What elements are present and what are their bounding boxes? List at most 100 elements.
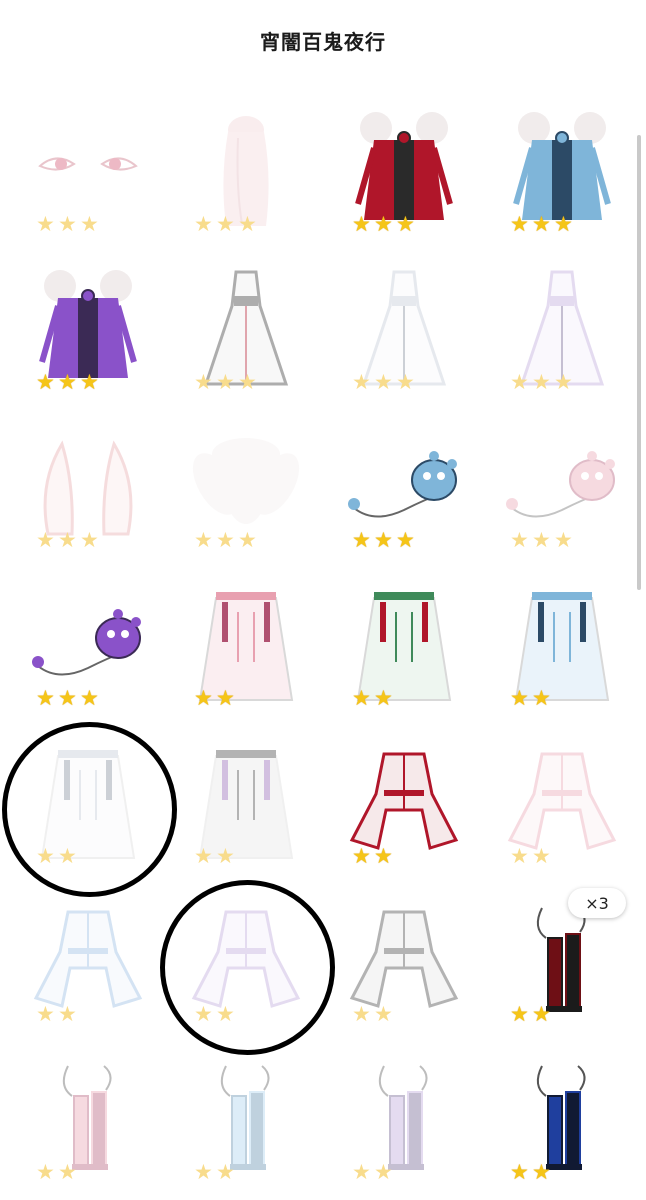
star-rating: ★ ★ (352, 1003, 396, 1025)
star-icon: ★ (510, 686, 529, 710)
item-slot-pink-boots[interactable]: ★ ★ (8, 1048, 158, 1198)
item-slot-blue-veil-cape[interactable]: ★ ★ (482, 574, 632, 724)
item-slot-pink-ghost-mask[interactable]: ★ ★ ★ (482, 416, 632, 566)
item-slot-lilac-boots[interactable]: ★ ★ (324, 1048, 474, 1198)
item-slot-black-dress[interactable]: ★ ★ ★ (166, 258, 316, 408)
star-icon: ★ (80, 528, 99, 552)
star-rating: ★ ★ (194, 687, 238, 709)
fox-tails-icon (186, 424, 306, 544)
star-icon: ★ (194, 1160, 213, 1184)
pink-white-jacket-icon (502, 740, 622, 860)
purple-kimono-hair-icon (28, 266, 148, 386)
black-dress-icon (186, 266, 306, 386)
item-slot-red-black-boots[interactable]: ★ ★ ×3 (482, 888, 632, 1040)
star-icon: ★ (58, 686, 77, 710)
star-rating: ★ ★ ★ (352, 529, 418, 551)
star-icon: ★ (58, 528, 77, 552)
blue-white-jacket-icon (28, 898, 148, 1018)
star-icon: ★ (80, 212, 99, 236)
item-slot-blue-kimono-hair[interactable]: ★ ★ ★ (482, 100, 632, 250)
white-blue-dress-icon (344, 266, 464, 386)
item-slot-fox-tails[interactable]: ★ ★ ★ (166, 416, 316, 566)
item-slot-red-kimono-hair[interactable]: ★ ★ ★ (324, 100, 474, 250)
star-icon: ★ (352, 528, 371, 552)
item-slot-pink-veil-cape[interactable]: ★ ★ (166, 574, 316, 724)
star-icon: ★ (396, 528, 415, 552)
blue-kimono-hair-icon (502, 108, 622, 228)
star-icon: ★ (374, 528, 393, 552)
star-icon: ★ (216, 212, 235, 236)
star-icon: ★ (58, 212, 77, 236)
item-slot-blue-white-jacket[interactable]: ★ ★ (8, 890, 158, 1040)
star-icon: ★ (532, 844, 551, 868)
blue-black-boots-icon (502, 1056, 622, 1176)
star-icon: ★ (532, 1160, 551, 1184)
star-icon: ★ (216, 370, 235, 394)
star-rating: ★ ★ (194, 1161, 238, 1183)
item-slot-green-veil-cape[interactable]: ★ ★ (324, 574, 474, 724)
star-rating: ★ ★ (352, 845, 396, 867)
star-icon: ★ (532, 212, 551, 236)
star-icon: ★ (36, 528, 55, 552)
star-rating: ★ ★ ★ (510, 529, 576, 551)
star-icon: ★ (238, 212, 257, 236)
star-rating: ★ ★ (510, 687, 554, 709)
pink-ghost-mask-icon (502, 424, 622, 544)
star-rating: ★ ★ (510, 1161, 554, 1183)
hand-drawn-circle (2, 722, 177, 897)
item-slot-lilac-dress[interactable]: ★ ★ ★ (482, 258, 632, 408)
star-icon: ★ (216, 686, 235, 710)
count-badge: ×3 (568, 888, 626, 918)
lilac-dress-icon (502, 266, 622, 386)
pink-veil-cape-icon (186, 582, 306, 702)
star-icon: ★ (36, 686, 55, 710)
star-icon: ★ (554, 528, 573, 552)
star-icon: ★ (238, 528, 257, 552)
item-slot-dark-veil-cape[interactable]: ★ ★ (166, 732, 316, 882)
star-icon: ★ (554, 212, 573, 236)
blue-veil-cape-icon (502, 582, 622, 702)
star-rating: ★ ★ ★ (194, 529, 260, 551)
star-rating: ★ ★ ★ (352, 213, 418, 235)
fox-ears-icon (28, 424, 148, 544)
star-icon: ★ (216, 528, 235, 552)
star-rating: ★ ★ ★ (194, 213, 260, 235)
item-slot-long-hair[interactable]: ★ ★ ★ (166, 100, 316, 250)
star-icon: ★ (532, 528, 551, 552)
star-rating: ★ ★ (510, 1003, 554, 1025)
long-hair-icon (186, 108, 306, 228)
star-rating: ★ ★ (194, 845, 238, 867)
item-slot-blue-ghost-mask[interactable]: ★ ★ ★ (324, 416, 474, 566)
star-rating: ★ ★ ★ (510, 371, 576, 393)
green-veil-cape-icon (344, 582, 464, 702)
item-slot-pink-white-jacket[interactable]: ★ ★ (482, 732, 632, 882)
item-slot-eyes[interactable]: ★ ★ ★ (8, 100, 158, 250)
item-slot-white-blue-dress[interactable]: ★ ★ ★ (324, 258, 474, 408)
star-icon: ★ (58, 370, 77, 394)
pink-boots-icon (28, 1056, 148, 1176)
purple-ghost-mask-icon (28, 582, 148, 702)
star-icon: ★ (510, 1160, 529, 1184)
star-icon: ★ (58, 1002, 77, 1026)
star-icon: ★ (374, 1160, 393, 1184)
star-icon: ★ (352, 686, 371, 710)
star-icon: ★ (374, 686, 393, 710)
red-white-jacket-icon (344, 740, 464, 860)
item-slot-purple-ghost-mask[interactable]: ★ ★ ★ (8, 574, 158, 724)
star-rating: ★ ★ ★ (36, 371, 102, 393)
lilac-boots-icon (344, 1056, 464, 1176)
star-rating: ★ ★ ★ (194, 371, 260, 393)
star-icon: ★ (352, 212, 371, 236)
item-slot-light-blue-boots[interactable]: ★ ★ (166, 1048, 316, 1198)
star-rating: ★ ★ (36, 1003, 80, 1025)
star-icon: ★ (510, 370, 529, 394)
star-icon: ★ (194, 370, 213, 394)
item-slot-fox-ears[interactable]: ★ ★ ★ (8, 416, 158, 566)
item-slot-dark-jacket[interactable]: ★ ★ (324, 890, 474, 1040)
scrollbar[interactable] (637, 135, 641, 590)
star-icon: ★ (80, 686, 99, 710)
item-slot-red-white-jacket[interactable]: ★ ★ (324, 732, 474, 882)
item-slot-blue-black-boots[interactable]: ★ ★ (482, 1048, 632, 1198)
star-icon: ★ (352, 1160, 371, 1184)
item-slot-purple-kimono-hair[interactable]: ★ ★ ★ (8, 258, 158, 408)
